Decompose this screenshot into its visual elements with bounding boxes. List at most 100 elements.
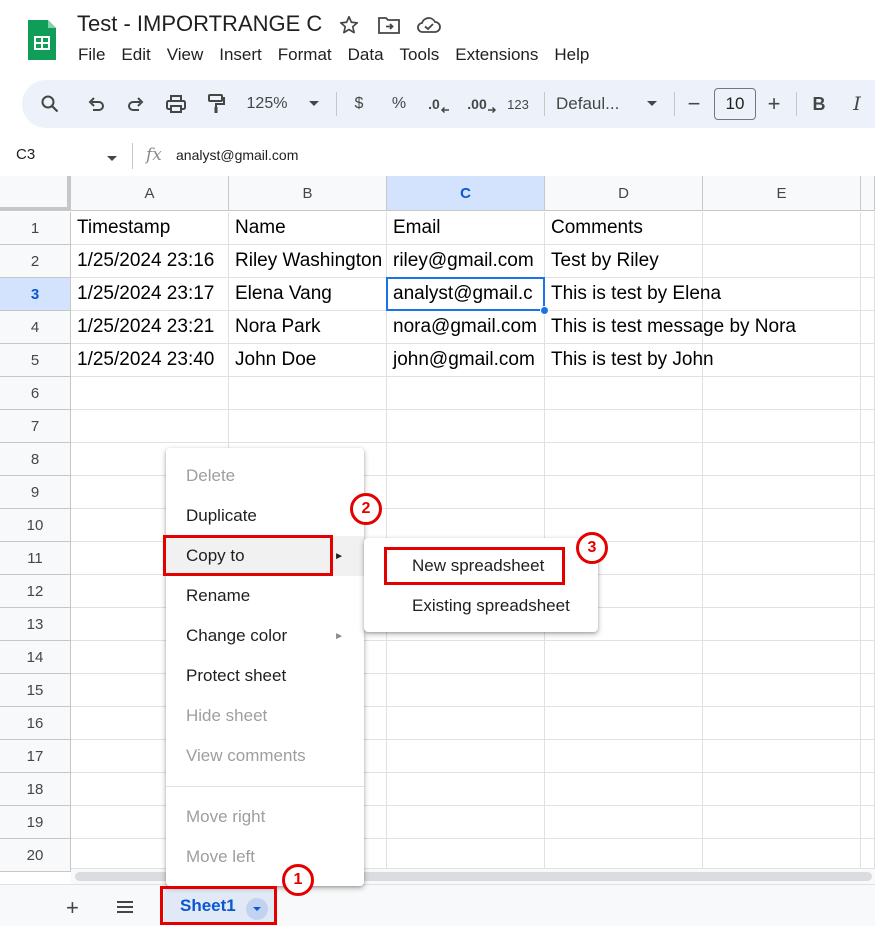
- table-cell[interactable]: [703, 245, 861, 278]
- table-cell[interactable]: [703, 674, 861, 707]
- table-cell[interactable]: Test by Riley: [545, 245, 703, 278]
- font-size-input[interactable]: 10: [714, 88, 756, 120]
- table-cell[interactable]: [703, 641, 861, 674]
- name-box-dropdown-icon[interactable]: [106, 150, 118, 168]
- row-header-19[interactable]: 19: [0, 806, 71, 839]
- zoom-dropdown-icon[interactable]: [302, 80, 326, 128]
- menu-insert[interactable]: Insert: [211, 44, 270, 66]
- table-cell[interactable]: [861, 212, 875, 245]
- row-header-14[interactable]: 14: [0, 641, 71, 674]
- table-cell[interactable]: [861, 740, 875, 773]
- table-cell[interactable]: [703, 542, 861, 575]
- row-header-4[interactable]: 4: [0, 311, 71, 344]
- move-folder-icon[interactable]: [376, 12, 402, 38]
- table-cell[interactable]: [703, 575, 861, 608]
- table-cell[interactable]: [545, 476, 703, 509]
- menu-item-duplicate[interactable]: Duplicate: [166, 496, 364, 536]
- menu-item-protect-sheet[interactable]: Protect sheet: [166, 656, 364, 696]
- redo-icon[interactable]: [118, 80, 154, 128]
- table-cell[interactable]: [229, 377, 387, 410]
- cloud-status-icon[interactable]: [416, 12, 442, 38]
- table-cell[interactable]: [387, 674, 545, 707]
- menu-extensions[interactable]: Extensions: [447, 44, 546, 66]
- table-cell[interactable]: [703, 443, 861, 476]
- table-cell[interactable]: [545, 443, 703, 476]
- column-header-d[interactable]: D: [545, 176, 703, 211]
- table-cell[interactable]: This is test by Elena: [545, 278, 721, 311]
- table-cell[interactable]: [861, 806, 875, 839]
- font-dropdown-icon[interactable]: [640, 80, 664, 128]
- menu-item-view-comments[interactable]: View comments: [166, 736, 364, 776]
- row-header-9[interactable]: 9: [0, 476, 71, 509]
- sheet-tab-dropdown-icon[interactable]: [246, 898, 268, 920]
- table-cell[interactable]: [703, 608, 861, 641]
- table-cell[interactable]: [703, 707, 861, 740]
- table-cell[interactable]: [703, 344, 861, 377]
- bold-button[interactable]: B: [806, 80, 832, 128]
- table-cell[interactable]: This is test message by Nora: [545, 311, 796, 344]
- table-cell[interactable]: [387, 410, 545, 443]
- menu-format[interactable]: Format: [270, 44, 340, 66]
- table-cell[interactable]: [545, 773, 703, 806]
- table-cell[interactable]: [861, 773, 875, 806]
- table-cell[interactable]: [387, 707, 545, 740]
- table-cell[interactable]: [861, 245, 875, 278]
- row-header-20[interactable]: 20: [0, 839, 71, 872]
- menu-tools[interactable]: Tools: [392, 44, 448, 66]
- table-cell[interactable]: [545, 410, 703, 443]
- table-cell[interactable]: [387, 641, 545, 674]
- table-cell[interactable]: [545, 806, 703, 839]
- menu-edit[interactable]: Edit: [113, 44, 158, 66]
- table-cell[interactable]: [387, 476, 545, 509]
- row-header-11[interactable]: 11: [0, 542, 71, 575]
- table-cell[interactable]: john@gmail.com: [387, 344, 545, 377]
- row-header-7[interactable]: 7: [0, 410, 71, 443]
- table-cell[interactable]: Timestamp: [71, 212, 229, 245]
- menu-item-delete[interactable]: Delete: [166, 456, 364, 496]
- table-cell[interactable]: [545, 674, 703, 707]
- table-cell[interactable]: [861, 542, 875, 575]
- table-cell[interactable]: [703, 410, 861, 443]
- row-header-17[interactable]: 17: [0, 740, 71, 773]
- table-cell[interactable]: [861, 476, 875, 509]
- table-cell[interactable]: 1/25/2024 23:21: [71, 311, 229, 344]
- menu-item-change-color[interactable]: Change color ►: [166, 616, 364, 656]
- menu-item-move-right[interactable]: Move right: [166, 797, 364, 837]
- table-cell[interactable]: [387, 377, 545, 410]
- row-header-1[interactable]: 1: [0, 212, 71, 245]
- table-cell[interactable]: [861, 509, 875, 542]
- menu-file[interactable]: File: [70, 44, 113, 66]
- star-icon[interactable]: [336, 12, 362, 38]
- table-cell[interactable]: [703, 212, 861, 245]
- table-cell[interactable]: [703, 476, 861, 509]
- italic-button[interactable]: I: [844, 80, 870, 128]
- increase-decimal-button[interactable]: .00: [462, 80, 502, 128]
- fill-handle[interactable]: [540, 306, 549, 315]
- table-cell[interactable]: [861, 410, 875, 443]
- menu-item-hide-sheet[interactable]: Hide sheet: [166, 696, 364, 736]
- table-cell[interactable]: [545, 641, 703, 674]
- row-header-15[interactable]: 15: [0, 674, 71, 707]
- menu-item-copy-to[interactable]: Copy to ►: [166, 536, 364, 576]
- zoom-select[interactable]: 125%: [242, 80, 292, 128]
- decrease-decimal-button[interactable]: .0: [422, 80, 456, 128]
- document-title[interactable]: Test - IMPORTRANGE C: [77, 11, 322, 37]
- more-formats-button[interactable]: 123: [502, 80, 534, 128]
- table-cell[interactable]: 1/25/2024 23:40: [71, 344, 229, 377]
- table-cell[interactable]: 1/25/2024 23:16: [71, 245, 229, 278]
- add-sheet-button[interactable]: +: [66, 896, 79, 920]
- table-cell[interactable]: [861, 443, 875, 476]
- table-cell[interactable]: [703, 278, 861, 311]
- submenu-item-new-spreadsheet[interactable]: New spreadsheet: [364, 546, 598, 586]
- table-cell[interactable]: [71, 410, 229, 443]
- table-cell[interactable]: [545, 707, 703, 740]
- table-cell[interactable]: [703, 311, 861, 344]
- table-cell[interactable]: [861, 311, 875, 344]
- column-header-a[interactable]: A: [71, 176, 229, 211]
- table-cell[interactable]: [861, 575, 875, 608]
- table-cell[interactable]: [703, 806, 861, 839]
- table-cell[interactable]: [861, 278, 875, 311]
- print-icon[interactable]: [158, 80, 194, 128]
- table-cell[interactable]: [387, 443, 545, 476]
- table-cell[interactable]: [703, 773, 861, 806]
